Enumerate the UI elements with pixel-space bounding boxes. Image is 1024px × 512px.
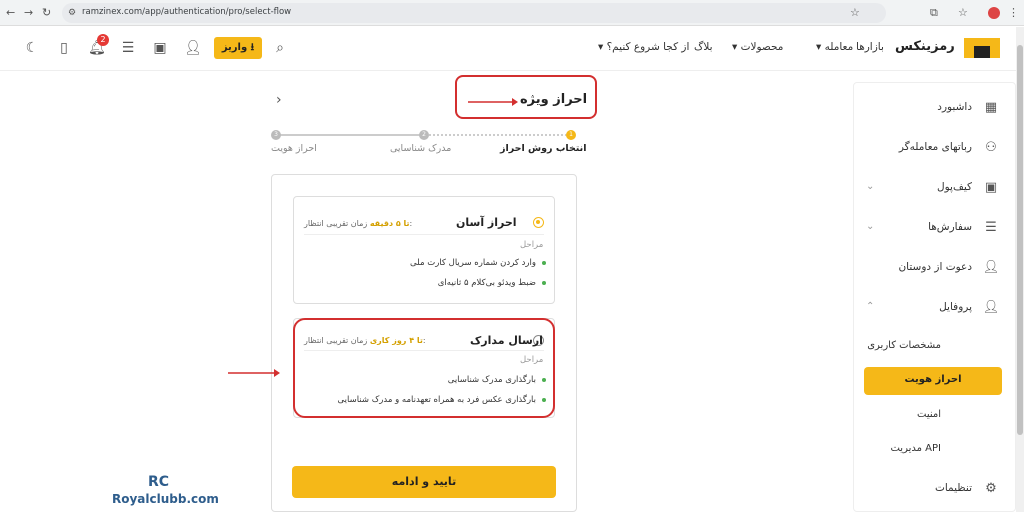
option1-title: احراز آسان (456, 216, 517, 229)
back-icon[interactable]: ← (6, 6, 15, 20)
step-dot-2: 2 (419, 130, 429, 140)
divider (304, 350, 544, 351)
sidebar-item-orders[interactable]: ⌄ سفارش‌ها ☰ (860, 218, 1000, 238)
sidebar-item-settings[interactable]: تنظیمات ⚙ (860, 479, 1000, 499)
radio-easy-verification[interactable] (533, 217, 544, 228)
search-icon[interactable]: ⌕ (272, 40, 288, 56)
nav-products[interactable]: ▾ محصولات (732, 41, 783, 53)
extensions-icon[interactable]: ⧉ (930, 6, 938, 20)
sidebar-subitem-security[interactable]: امنیت (917, 409, 941, 420)
sidebar-subitem-user-info[interactable]: مشخصات کاربری (867, 340, 941, 351)
option1-wait: تا ۵ دقیقه زمان تقریبی انتظار: (304, 219, 413, 228)
orders-list-icon[interactable]: ☰ (120, 40, 136, 56)
confirm-continue-button[interactable]: تایید و ادامه (292, 466, 556, 498)
nav-markets[interactable]: بازارها (856, 41, 884, 53)
dark-mode-icon[interactable]: ☾ (24, 40, 40, 56)
step-dot-3: 3 (271, 130, 281, 140)
watermark-text: Royalclubb.com (112, 492, 219, 506)
browser-toolbar: ← → ↻ ⚙ ramzinex.com/app/authentication/… (0, 0, 1024, 26)
bookmark-icon[interactable]: ☆ (958, 6, 968, 20)
user-icon[interactable]: 👤︎ (184, 40, 202, 56)
divider (304, 234, 544, 235)
option1-step-item: وارد کردن شماره سریال کارت ملی (410, 258, 546, 268)
gear-icon: ⚙ (985, 481, 997, 496)
profile-avatar[interactable] (988, 7, 1000, 19)
option2-step-item: بارگذاری عکس فرد به همراه تعهدنامه و مدر… (338, 395, 546, 405)
reload-icon[interactable]: ↻ (42, 6, 51, 20)
robot-icon: ⚇ (985, 140, 997, 155)
add-user-icon: 👤︎ (982, 260, 1000, 275)
site-info-icon[interactable]: ⚙ (68, 6, 76, 20)
option2-title: ارسال مدارک (470, 334, 543, 347)
address-bar[interactable]: ⚙ ramzinex.com/app/authentication/pro/se… (62, 3, 886, 23)
step-dot-1: 1 (566, 130, 576, 140)
menu-icon[interactable]: ⋮ (1008, 6, 1019, 20)
annotation-arrow-icon (228, 369, 280, 377)
nav-trade[interactable]: ▾ معامله (816, 41, 853, 53)
grid-icon: ▦ (984, 100, 998, 115)
sidebar-item-wallet[interactable]: ⌄ کیف‌پول ▣ (860, 178, 1000, 198)
option2-step-item: بارگذاری مدرک شناسایی (448, 375, 546, 385)
chevron-up-icon: ⌃ (866, 301, 875, 312)
sidebar-item-bots[interactable]: رباتهای معامله‌گر ⚇ (860, 138, 1000, 158)
download-app-icon[interactable]: ▯ (56, 40, 72, 56)
page-title: احراز ویژه (520, 92, 588, 107)
sidebar-subitem-kyc-label: احراز هویت (904, 374, 962, 385)
option1-step-item: ضبط ویدئو بی‌کلام ۵ ثانیه‌ای (438, 278, 546, 288)
list-icon: ☰ (985, 220, 997, 235)
sidebar-item-profile[interactable]: ⌃ پروفایل 👤︎ (860, 298, 1000, 318)
wallet-icon: ▣ (984, 180, 998, 195)
sidebar-item-invite[interactable]: دعوت از دوستان 👤︎ (860, 258, 1000, 278)
chevron-down-icon: ⌄ (866, 221, 875, 232)
sidebar-item-dashboard[interactable]: داشبورد ▦ (860, 98, 1000, 118)
user-icon: 👤︎ (982, 300, 1000, 315)
watermark-mark: RC (148, 474, 170, 490)
forward-icon[interactable]: → (24, 6, 33, 20)
brand-logo-icon[interactable] (962, 36, 1002, 60)
wallet-icon[interactable]: ▣ (152, 40, 168, 56)
annotation-arrow-icon (468, 98, 518, 106)
notification-badge: 2 (97, 34, 109, 46)
option1-steps-label: مراحل (520, 240, 544, 250)
scrollbar-thumb[interactable] (1017, 45, 1023, 435)
step-label-3: احراز هویت (271, 143, 317, 154)
option2-wait: تا ۴ روز کاری زمان تقریبی انتظار: (304, 336, 426, 345)
step-label-1: انتخاب روش احراز (500, 143, 587, 154)
nav-getting-started[interactable]: ▾ از کجا شروع کنیم؟ (598, 41, 689, 53)
site-header: ☾ ▯ 🔔︎ 2 ☰ ▣ 👤︎ واریز ⭳ ⌕ ▾ از کجا شروع … (0, 27, 1016, 71)
step-label-2: مدرک شناسایی (390, 143, 452, 154)
deposit-button[interactable]: واریز ⭳ (214, 37, 262, 59)
back-chevron-icon[interactable]: › (276, 92, 282, 108)
chevron-down-icon: ⌄ (866, 181, 875, 192)
nav-blog[interactable]: بلاگ (694, 41, 713, 53)
brand-name[interactable]: رمزینکس (895, 39, 955, 54)
sidebar-subitem-api[interactable]: مدیریت API (890, 443, 941, 454)
bookmark-star-icon[interactable]: ☆ (850, 6, 860, 20)
url-text: ramzinex.com/app/authentication/pro/sele… (82, 7, 292, 17)
option2-steps-label: مراحل (520, 355, 544, 365)
